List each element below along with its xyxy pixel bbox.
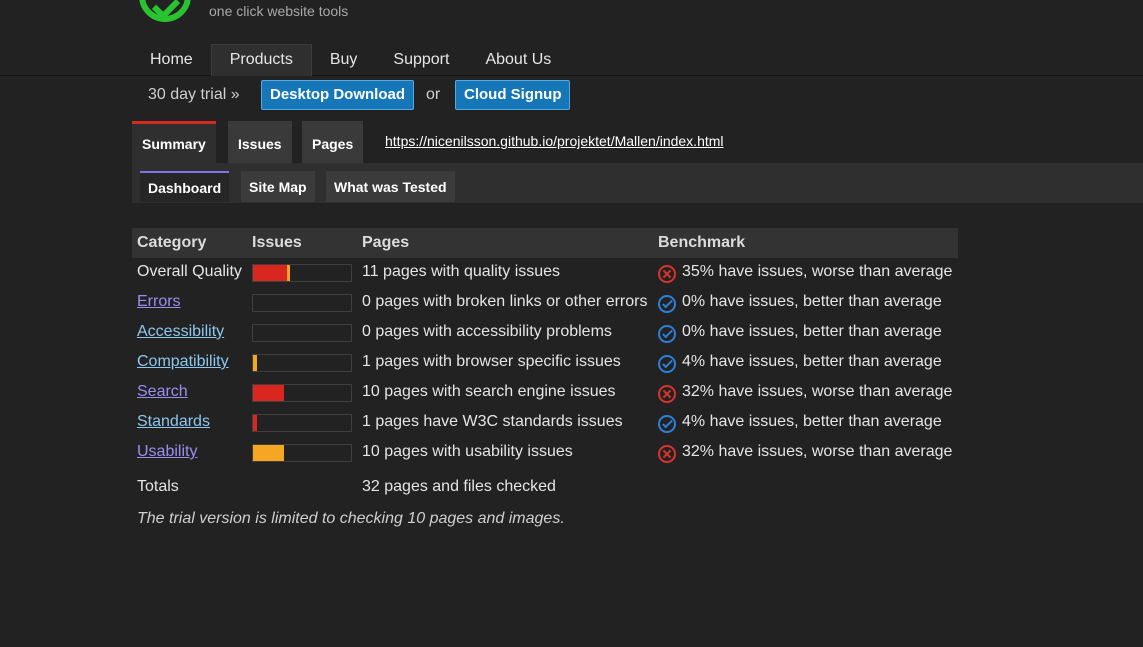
- table-row: Usability 10 pages with usability issues 3…: [132, 438, 958, 468]
- header-pages: Pages: [362, 234, 410, 251]
- site-url-link[interactable]: https://nicenilsson.github.io/projektet/…: [385, 133, 724, 149]
- trial-label: 30 day trial »: [148, 86, 240, 103]
- pages-text: 10 pages with search engine issues: [362, 383, 616, 400]
- pages-text: 10 pages with usability issues: [362, 443, 573, 460]
- nav-home[interactable]: Home: [132, 44, 211, 76]
- pages-text: 0 pages with broken links or other error…: [362, 293, 648, 310]
- benchmark-text: 35% have issues, worse than average: [682, 263, 953, 280]
- nav-about-us[interactable]: About Us: [467, 44, 569, 76]
- category-link[interactable]: Compatibility: [137, 353, 229, 371]
- nav-products[interactable]: Products: [210, 44, 312, 76]
- benchmark-text: 32% have issues, worse than average: [682, 443, 953, 460]
- table-row: Errors 0 pages with broken links or other…: [132, 288, 958, 318]
- header-issues: Issues: [252, 234, 302, 251]
- issues-bar: [252, 324, 352, 342]
- issues-bar: [252, 414, 352, 432]
- totals-text: 32 pages and files checked: [362, 478, 556, 495]
- issues-bar-accent: [287, 265, 290, 281]
- tagline: one click website tools: [209, 3, 349, 19]
- subtab-bar: Dashboard Site Map What was Tested: [132, 163, 1143, 203]
- header-category: Category: [137, 234, 207, 251]
- x-circle-icon: [658, 265, 676, 283]
- cloud-signup-button[interactable]: Cloud Signup: [455, 80, 571, 110]
- tab-summary[interactable]: Summary: [132, 121, 216, 163]
- issues-bar-fill: [253, 385, 284, 401]
- issues-bar: [252, 384, 352, 402]
- table-row: Standards 1 pages have W3C standards issu…: [132, 408, 958, 438]
- check-circle-icon: [658, 325, 676, 343]
- issues-bar: [252, 354, 352, 372]
- x-circle-icon: [658, 445, 676, 463]
- tab-issues[interactable]: Issues: [228, 121, 292, 163]
- pages-text: 1 pages with browser specific issues: [362, 353, 621, 370]
- table-row: Accessibility 0 pages with accessibility …: [132, 318, 958, 348]
- totals-row: Totals 32 pages and files checked: [132, 473, 958, 503]
- pages-text: 1 pages have W3C standards issues: [362, 413, 623, 430]
- site-header: one click website tools Home Products Bu…: [0, 0, 1143, 76]
- subtab-dashboard[interactable]: Dashboard: [140, 171, 230, 202]
- pages-text: 0 pages with accessibility problems: [362, 323, 612, 340]
- category-link[interactable]: Usability: [137, 443, 197, 461]
- issues-bar-fill: [253, 445, 284, 461]
- category-link[interactable]: Search: [137, 383, 188, 401]
- x-circle-icon: [658, 385, 676, 403]
- main-nav: Home Products Buy Support About Us: [132, 44, 569, 76]
- pages-text: 11 pages with quality issues: [362, 263, 561, 280]
- summary-table: Category Issues Pages Benchmark Overall …: [132, 228, 958, 527]
- benchmark-text: 0% have issues, better than average: [682, 323, 942, 340]
- issues-bar-fill: [253, 415, 257, 431]
- totals-label: Totals: [137, 478, 179, 495]
- issues-bar: [252, 264, 352, 282]
- trial-bar: 30 day trial » Desktop Download or Cloud…: [0, 76, 1143, 114]
- subtab-what-was-tested[interactable]: What was Tested: [326, 171, 455, 202]
- or-label: or: [426, 86, 441, 103]
- trial-note: The trial version is limited to checking…: [137, 510, 565, 527]
- header-benchmark: Benchmark: [658, 234, 746, 251]
- nav-buy[interactable]: Buy: [312, 44, 376, 76]
- check-circle-icon: [658, 355, 676, 373]
- tab-pages[interactable]: Pages: [302, 121, 364, 163]
- category-label: Overall Quality: [137, 263, 242, 280]
- category-link[interactable]: Errors: [137, 293, 181, 311]
- nav-support[interactable]: Support: [375, 44, 467, 76]
- benchmark-text: 0% have issues, better than average: [682, 293, 942, 310]
- benchmark-text: 32% have issues, worse than average: [682, 383, 953, 400]
- desktop-download-button[interactable]: Desktop Download: [261, 80, 415, 110]
- table-row: Overall Quality 11 pages with quality iss…: [132, 258, 958, 288]
- category-link[interactable]: Accessibility: [137, 323, 224, 341]
- table-body: Overall Quality 11 pages with quality iss…: [132, 258, 958, 468]
- table-row: Search 10 pages with search engine issues…: [132, 378, 958, 408]
- subtab-site-map[interactable]: Site Map: [241, 171, 315, 202]
- benchmark-text: 4% have issues, better than average: [682, 413, 942, 430]
- check-circle-icon: [658, 295, 676, 313]
- table-header: Category Issues Pages Benchmark: [132, 228, 958, 258]
- issues-bar-fill: [253, 265, 287, 281]
- issues-bar: [252, 294, 352, 312]
- category-link[interactable]: Standards: [137, 413, 210, 431]
- issues-bar: [252, 444, 352, 462]
- check-circle-icon: [658, 415, 676, 433]
- issues-bar-fill: [253, 355, 257, 371]
- benchmark-text: 4% have issues, better than average: [682, 353, 942, 370]
- table-row: Compatibility 1 pages with browser specif…: [132, 348, 958, 378]
